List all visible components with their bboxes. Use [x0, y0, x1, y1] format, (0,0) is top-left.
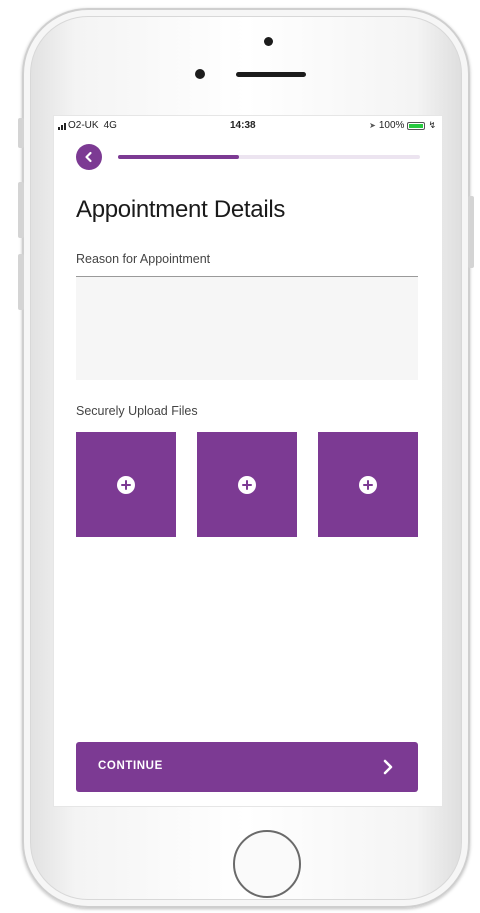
plus-circle-icon — [117, 475, 135, 494]
status-bar: O2-UK 4G 14:38 ➤ 100% ↯ — [54, 116, 442, 136]
volume-up-button — [18, 182, 24, 238]
app-screen: O2-UK 4G 14:38 ➤ 100% ↯ Appointment Deta… — [54, 116, 442, 806]
progress-fill — [118, 155, 239, 159]
upload-file-button-1[interactable] — [76, 432, 176, 537]
continue-button[interactable]: CONTINUE — [76, 742, 418, 792]
earpiece-speaker — [236, 72, 306, 77]
upload-label: Securely Upload Files — [76, 404, 198, 418]
status-right: ➤ 100% ↯ — [369, 120, 436, 131]
camera-dot — [264, 37, 273, 46]
upload-file-button-3[interactable] — [318, 432, 418, 537]
bolt-icon: ↯ — [428, 120, 436, 130]
carrier-label: O2-UK — [68, 120, 99, 131]
back-button[interactable] — [76, 144, 102, 170]
network-label: 4G — [103, 120, 117, 131]
progress-bar — [118, 155, 420, 159]
plus-circle-icon — [238, 475, 256, 494]
chevron-right-icon — [383, 759, 393, 775]
signal-icon — [58, 122, 66, 130]
battery-percentage: 100% — [378, 120, 405, 131]
plus-circle-icon — [359, 475, 377, 494]
status-left: O2-UK 4G — [58, 120, 117, 131]
upload-file-button-2[interactable] — [197, 432, 297, 537]
home-button[interactable] — [233, 830, 301, 898]
mute-switch — [18, 118, 24, 148]
reason-label: Reason for Appointment — [76, 252, 211, 266]
location-icon: ➤ — [369, 121, 376, 130]
continue-label: CONTINUE — [98, 760, 163, 772]
page-title: Appointment Details — [76, 196, 286, 223]
volume-down-button — [18, 254, 24, 310]
reason-input[interactable] — [76, 276, 418, 380]
status-time: 14:38 — [230, 120, 256, 131]
chevron-left-icon — [85, 151, 92, 163]
power-button — [468, 196, 474, 268]
battery-icon — [407, 121, 426, 130]
front-camera — [195, 69, 205, 79]
